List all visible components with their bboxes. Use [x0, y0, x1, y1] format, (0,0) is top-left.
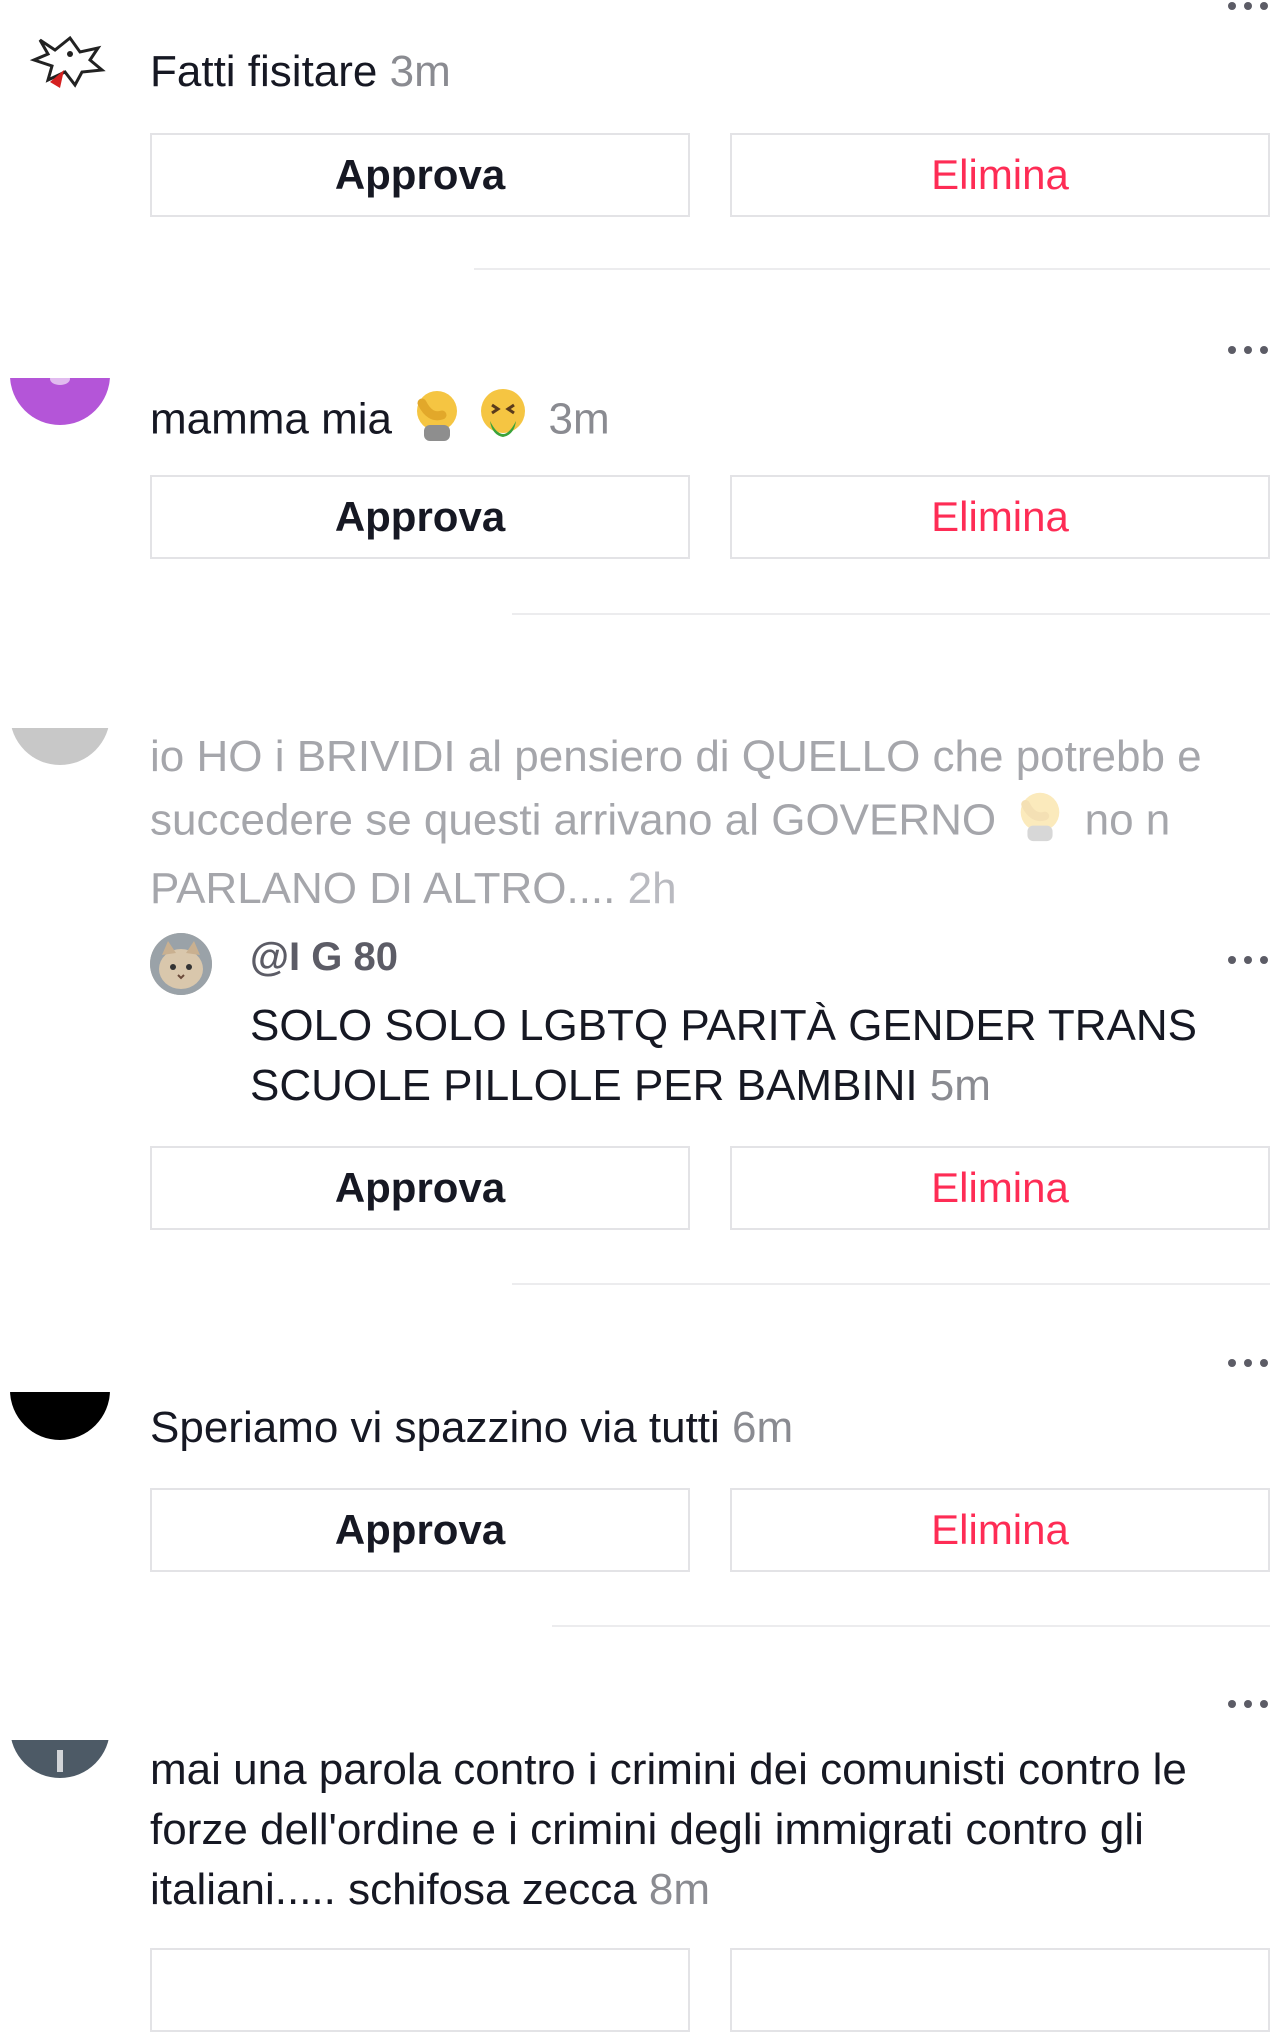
reply-text: SOLO SOLO LGBTQ PARITÀ GENDER TRANS SCUO…: [250, 996, 1260, 1116]
comment-text: io HO i BRIVIDI al pensiero di QUELLO ch…: [150, 727, 1272, 919]
delete-button[interactable]: Elimina: [730, 1146, 1270, 1230]
delete-button[interactable]: [730, 1948, 1270, 2032]
comment-text: Fatti fisitare 3m: [150, 42, 1272, 102]
facepalm-emoji: [408, 385, 466, 459]
cat-avatar-icon: [150, 933, 212, 995]
vomiting-face-emoji: [474, 385, 532, 459]
reply-time: 5m: [929, 1061, 991, 1110]
divider: [512, 1283, 1270, 1285]
more-options-icon[interactable]: [1228, 954, 1268, 966]
avatar-mask: [0, 1310, 130, 1392]
comment-time: 8m: [648, 1865, 711, 1914]
approve-button[interactable]: Approva: [150, 133, 690, 217]
comment-body: Fatti fisitare: [150, 47, 378, 96]
approve-button[interactable]: [150, 1948, 690, 2032]
approve-button[interactable]: Approva: [150, 1146, 690, 1230]
divider: [552, 1625, 1270, 1627]
comment-time: 3m: [389, 47, 451, 96]
avatar-mask: [0, 1650, 130, 1740]
cartoon-avatar-icon: [29, 35, 106, 88]
comment-time: 6m: [732, 1403, 794, 1452]
avatar-mask: [0, 640, 130, 728]
delete-button[interactable]: Elimina: [730, 1488, 1270, 1572]
more-options-icon[interactable]: [1228, 1698, 1268, 1710]
more-options-icon[interactable]: [1228, 1357, 1268, 1369]
comment-text: mamma mia 3m: [150, 385, 1272, 459]
comment-text: Speriamo vi spazzino via tutti 6m: [150, 1398, 1272, 1458]
comment-time: 2h: [627, 864, 677, 913]
comment-body: Speriamo vi spazzino via tutti: [150, 1403, 720, 1452]
avatar-letter: [57, 1750, 63, 1772]
facepalm-emoji: [1012, 787, 1068, 859]
more-options-icon[interactable]: [1228, 0, 1268, 12]
reply-body: SOLO SOLO LGBTQ PARITÀ GENDER TRANS SCUO…: [250, 1001, 1198, 1110]
divider: [512, 613, 1270, 615]
reply-handle[interactable]: @I G 80: [250, 935, 398, 980]
approve-button[interactable]: Approva: [150, 475, 690, 559]
delete-button[interactable]: Elimina: [730, 475, 1270, 559]
comment-text: mai una parola contro i crimini dei comu…: [150, 1740, 1272, 1920]
avatar[interactable]: [20, 30, 110, 90]
approve-button[interactable]: Approva: [150, 1488, 690, 1572]
comment-body: mamma mia: [150, 394, 393, 444]
more-options-icon[interactable]: [1228, 344, 1268, 356]
avatar-mask: [0, 300, 130, 378]
comment-time: 3m: [548, 394, 610, 444]
delete-button[interactable]: Elimina: [730, 133, 1270, 217]
reply-avatar[interactable]: [150, 933, 212, 995]
divider: [474, 268, 1270, 270]
